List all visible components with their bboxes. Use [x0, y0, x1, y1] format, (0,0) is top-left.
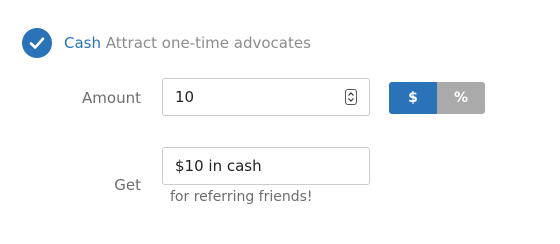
amount-field	[162, 78, 370, 116]
reward-title: Cash Attract one-time advocates	[64, 33, 311, 53]
unit-toggle: $ %	[389, 82, 485, 114]
stepper-arrows-icon	[348, 92, 354, 102]
cash-reward-form: Cash Attract one-time advocates Amount $…	[0, 0, 560, 244]
checkmark-glyph	[29, 37, 45, 49]
amount-stepper[interactable]	[345, 89, 357, 105]
percent-unit-button[interactable]: %	[437, 82, 485, 114]
amount-label: Amount	[82, 89, 141, 107]
reward-name: Cash	[64, 34, 101, 52]
get-label: Get	[114, 176, 141, 194]
get-input[interactable]	[162, 147, 370, 185]
amount-input[interactable]	[175, 79, 335, 115]
reward-description: Attract one-time advocates	[105, 34, 311, 52]
dollar-unit-button[interactable]: $	[389, 82, 437, 114]
get-help-text: for referring friends!	[170, 189, 313, 205]
checkmark-icon[interactable]	[22, 28, 52, 58]
